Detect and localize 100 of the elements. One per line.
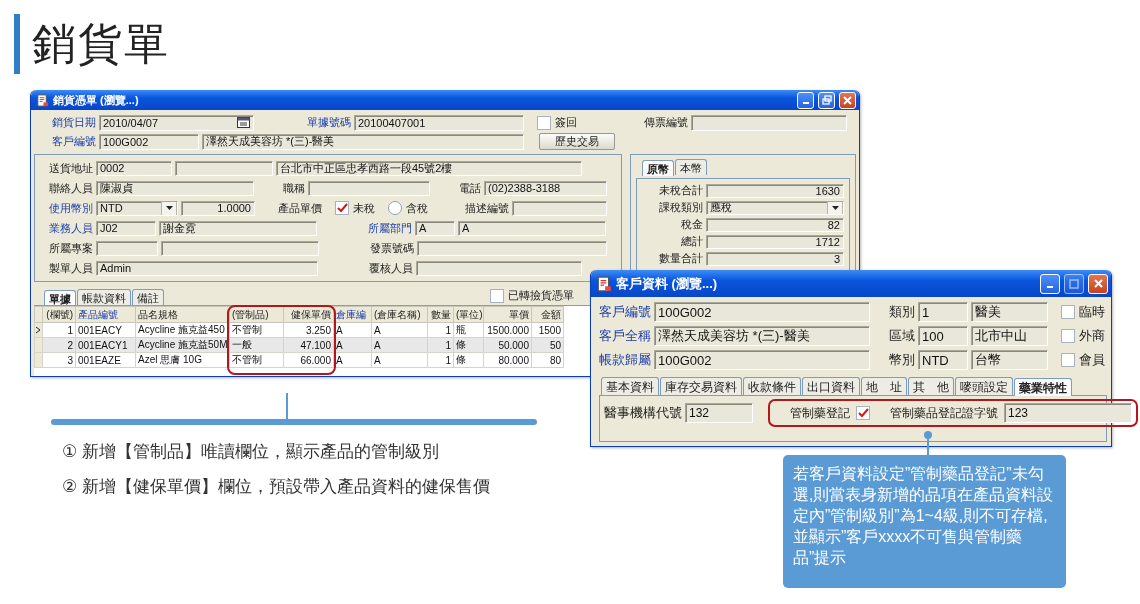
text-field[interactable]: 謝金霓	[159, 220, 317, 236]
column-header: 數量	[427, 306, 454, 323]
maximize-button[interactable]	[1064, 273, 1084, 294]
caret-icon	[161, 201, 177, 215]
field-label[interactable]: 客戶編號	[599, 303, 651, 321]
field-label: 課稅類別	[658, 200, 703, 215]
text-field[interactable]: 台北市中正區忠孝西路一段45號2樓	[276, 160, 582, 176]
checkbox[interactable]	[1061, 353, 1075, 367]
text-field[interactable]	[161, 240, 319, 256]
checkbox[interactable]	[1061, 305, 1075, 319]
column-header: (單位)	[453, 306, 484, 323]
tab[interactable]: 備註	[132, 289, 164, 305]
checkbox[interactable]	[335, 201, 349, 215]
checkbox[interactable]	[490, 288, 504, 303]
text-field[interactable]: 北市中山	[971, 326, 1048, 346]
history-button[interactable]: 歷史交易	[539, 133, 615, 150]
checkbox-label: 簽回	[555, 115, 577, 130]
text-field[interactable]: NTD	[918, 350, 968, 370]
text-field[interactable]: 100G002	[99, 133, 199, 150]
text-field[interactable]: 1	[918, 302, 968, 322]
text-field[interactable]	[416, 260, 582, 276]
text-field[interactable]: 台幣	[971, 350, 1048, 370]
field-label[interactable]: 銷貨日期	[34, 115, 96, 130]
text-field[interactable]: 醫美	[971, 302, 1048, 322]
field-label[interactable]: 所屬部門	[320, 220, 412, 236]
field-label: 覆核人員	[368, 260, 413, 276]
column-header: 產品編號	[75, 306, 136, 323]
number-field[interactable]: 82	[706, 217, 844, 232]
dropdown[interactable]: 應稅	[706, 200, 844, 215]
text-field[interactable]: Admin	[96, 260, 318, 276]
field-label: 管制藥品登記證字號	[889, 404, 998, 422]
close-icon	[843, 95, 852, 105]
minimize-button[interactable]	[797, 91, 814, 109]
text-field[interactable]: 澤然天成美容坊 *(三)-醫美	[202, 133, 524, 150]
tab[interactable]: 地 址	[861, 377, 907, 395]
text-field[interactable]: 123	[1004, 403, 1132, 423]
field-label[interactable]: 客戶編號	[34, 134, 96, 149]
tab[interactable]: 其 他	[908, 377, 954, 395]
field-label[interactable]: 使用幣別	[43, 200, 93, 216]
text-field[interactable]: 0002	[96, 160, 172, 176]
number-field[interactable]: 3	[706, 251, 844, 266]
field-label[interactable]: 單據號碼	[257, 115, 351, 130]
field-label: 送貨地址	[48, 160, 93, 176]
text-field[interactable]: A	[458, 220, 606, 236]
text-field[interactable]: 132	[685, 403, 753, 423]
minimize-icon	[1047, 285, 1053, 288]
text-field[interactable]	[691, 114, 847, 131]
field-label: 數量合計	[658, 251, 703, 266]
tab[interactable]: 出口資料	[802, 377, 860, 395]
minimize-button[interactable]	[1040, 273, 1060, 294]
field-label: 所屬專案	[48, 240, 93, 256]
checkbox[interactable]	[537, 115, 551, 130]
text-field[interactable]: A	[415, 220, 455, 236]
tab[interactable]: 本幣	[675, 159, 707, 175]
callout-text: 若客戶資料設定”管制藥品登記”未勾選,則當表身新增的品項在產品資料設定內”管制級別”為1~4級,則不可存檔,並顯示”客戶xxxx不可售與管制藥品”提示	[783, 455, 1066, 588]
field-label: 幣別	[888, 351, 915, 369]
column-header: 單價	[483, 306, 532, 323]
field-label[interactable]: 客戶全稱	[599, 327, 651, 345]
text-field[interactable]: 100G002	[654, 302, 870, 322]
tab[interactable]: 原幣	[642, 160, 674, 176]
text-field[interactable]: 澤然天成美容坊 *(三)-醫美	[654, 326, 870, 346]
checkbox[interactable]	[856, 406, 870, 420]
text-field[interactable]: 20100407001	[354, 114, 524, 131]
text-field[interactable]	[417, 240, 607, 256]
dropdown[interactable]: NTD	[96, 200, 178, 216]
text-field[interactable]	[512, 200, 607, 216]
text-field[interactable]	[175, 160, 273, 176]
tab[interactable]: 帳款資料	[77, 289, 131, 305]
tab[interactable]: 基本資料	[601, 377, 659, 395]
calendar-icon	[237, 117, 250, 128]
radio-button[interactable]	[388, 201, 402, 215]
note-text: ② 新增【健保單價】欄位，預設帶入產品資料的健保售價	[62, 476, 490, 498]
text-field[interactable]: 100	[918, 326, 968, 346]
number-field[interactable]: 1630	[706, 183, 844, 198]
restore-button[interactable]	[818, 91, 835, 109]
close-button[interactable]	[839, 91, 856, 109]
text-field[interactable]: 陳淑貞	[96, 180, 254, 196]
tab[interactable]: 單據	[44, 290, 76, 306]
text-field[interactable]	[308, 180, 430, 196]
field-label: 職稱	[282, 180, 305, 196]
field-label[interactable]: 帳款歸屬	[599, 351, 651, 369]
text-field[interactable]	[96, 240, 158, 256]
date-field[interactable]: 2010/04/07	[99, 114, 254, 131]
close-button[interactable]	[1088, 273, 1108, 294]
field-label: 製單人員	[48, 260, 93, 276]
tab[interactable]: 收款條件	[743, 377, 801, 395]
number-field[interactable]: 1712	[706, 234, 844, 249]
number-field[interactable]: 1.0000	[181, 200, 255, 216]
text-field[interactable]: (02)2388-3188	[484, 180, 607, 196]
field-label[interactable]: 業務人員	[43, 220, 93, 236]
text-field[interactable]: 100G002	[654, 350, 870, 370]
tab[interactable]: 庫存交易資料	[660, 377, 742, 395]
tab[interactable]: 藥業特性	[1014, 378, 1072, 396]
checkmark-icon	[336, 203, 348, 213]
column-header: 品名規格	[135, 306, 230, 323]
checkmark-icon	[857, 408, 869, 418]
tab[interactable]: 嘜頭設定	[955, 377, 1013, 395]
text-field[interactable]: J02	[96, 220, 156, 236]
checkbox[interactable]	[1061, 329, 1075, 343]
document-icon	[596, 275, 612, 292]
